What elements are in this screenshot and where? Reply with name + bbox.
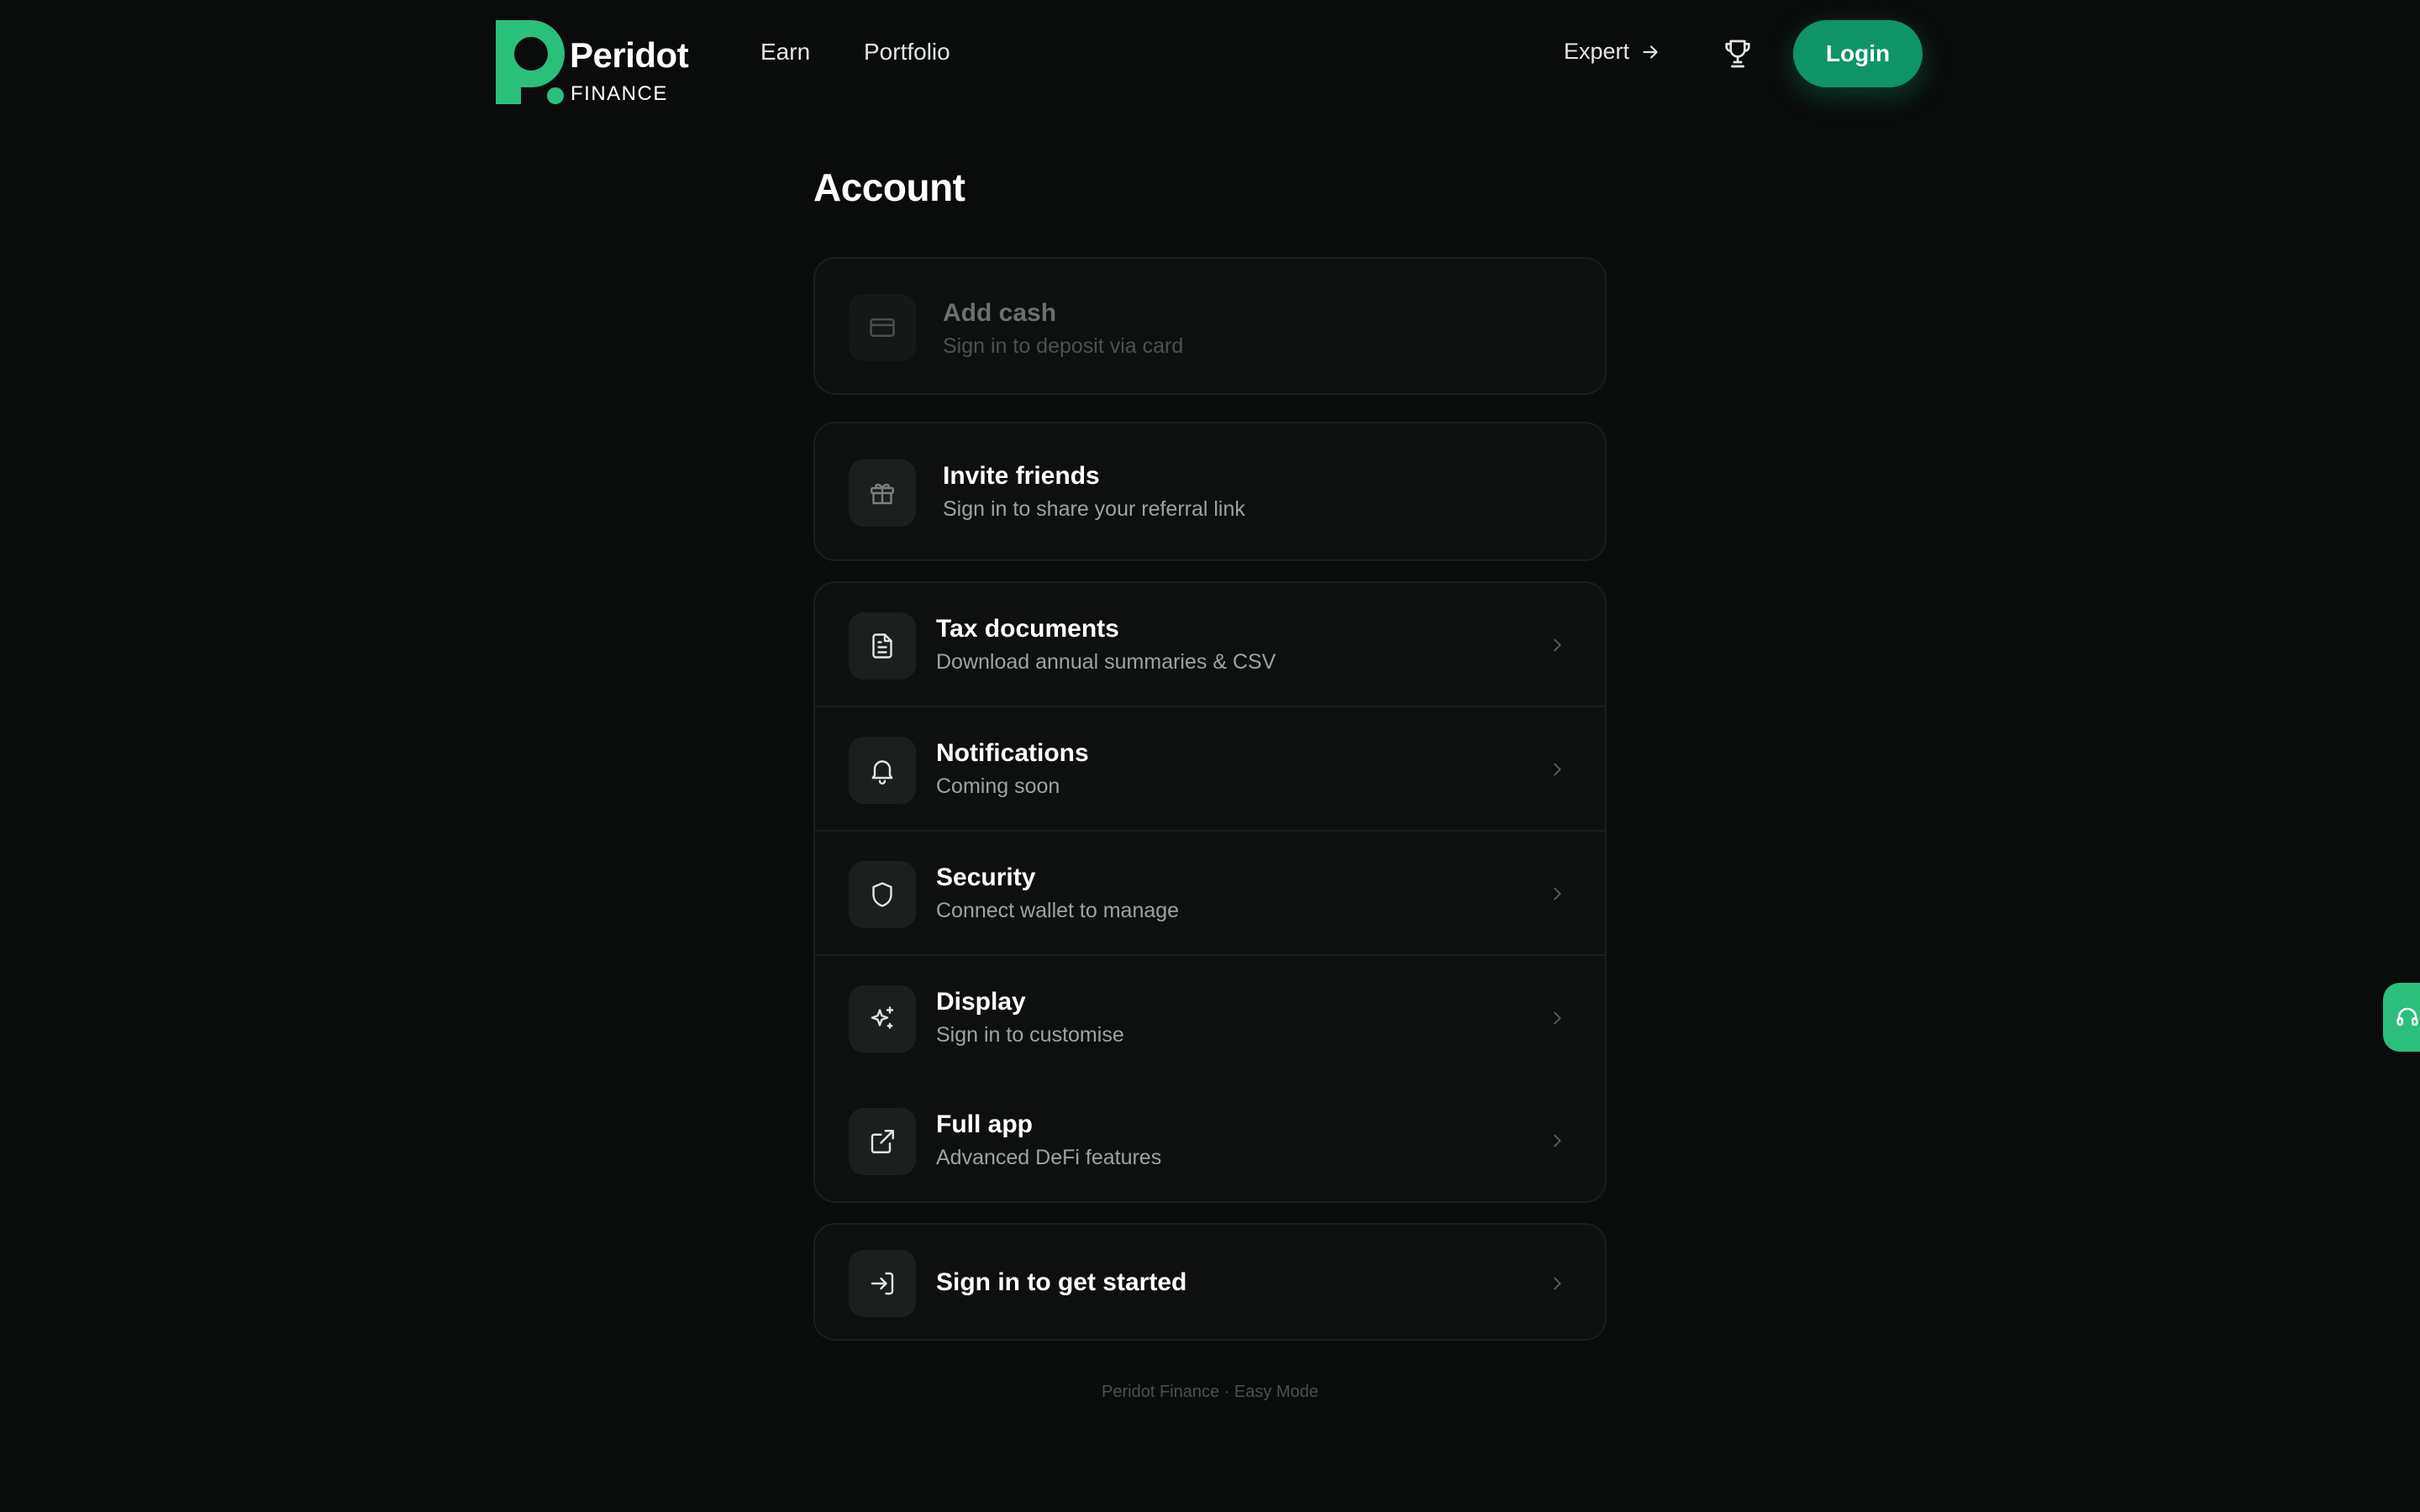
- chevron-right-icon: [1554, 887, 1561, 900]
- security-icon-box: [849, 861, 916, 928]
- display-icon-box: [849, 985, 916, 1053]
- settings-row-security[interactable]: Security Connect wallet to manage: [815, 832, 1605, 956]
- page-title: Account: [813, 165, 965, 209]
- bell-icon: [871, 760, 893, 785]
- nav-portfolio-link[interactable]: Portfolio: [864, 39, 950, 66]
- chevron-right-icon: [1554, 638, 1561, 652]
- add-cash-subtitle: Sign in to deposit via card: [943, 334, 1184, 358]
- settings-row-title: Full app: [936, 1110, 1033, 1138]
- settings-row-subtitle: Download annual summaries & CSV: [936, 650, 1276, 674]
- settings-row-title: Display: [936, 988, 1026, 1016]
- settings-row-tax-documents[interactable]: Tax documents Download annual summaries …: [815, 583, 1605, 707]
- sign-in-icon-box: [849, 1250, 916, 1317]
- headset-icon: [2396, 1007, 2418, 1026]
- top-navigation: Peridot FINANCE Earn Portfolio Expert Lo…: [0, 0, 2420, 108]
- invite-title: Invite friends: [943, 462, 1100, 490]
- invite-friends-card[interactable]: Invite friends Sign in to share your ref…: [813, 422, 1607, 561]
- footer-text: Peridot Finance · Easy Mode: [1102, 1383, 1318, 1401]
- shield-icon: [872, 882, 892, 907]
- arrow-right-icon: [1643, 45, 1658, 59]
- add-cash-icon-box: [849, 294, 916, 361]
- peridot-logo-mark-icon: [496, 20, 565, 104]
- credit-card-icon: [870, 318, 895, 337]
- expert-mode-link[interactable]: Expert: [1564, 39, 1661, 65]
- chevron-right-icon: [1554, 1011, 1561, 1025]
- sparkle-icon: [871, 1006, 894, 1029]
- support-tab[interactable]: [2383, 983, 2420, 1052]
- gift-icon: [871, 483, 894, 505]
- external-link-icon: [871, 1130, 894, 1153]
- nav-earn-link[interactable]: Earn: [760, 39, 810, 66]
- expert-label: Expert: [1564, 39, 1630, 64]
- settings-row-title: Notifications: [936, 739, 1089, 767]
- document-icon: [872, 633, 892, 659]
- settings-row-display[interactable]: Display Sign in to customise: [815, 956, 1605, 1080]
- settings-row-notifications[interactable]: Notifications Coming soon: [815, 707, 1605, 832]
- login-button[interactable]: Login: [1793, 20, 1923, 87]
- sign-in-title: Sign in to get started: [936, 1268, 1187, 1296]
- chevron-right-icon: [1554, 1134, 1561, 1147]
- chevron-right-icon: [1554, 763, 1561, 776]
- sign-in-icon: [871, 1272, 894, 1295]
- settings-row-subtitle: Connect wallet to manage: [936, 899, 1180, 922]
- settings-row-subtitle: Sign in to customise: [936, 1023, 1124, 1047]
- trophy-icon[interactable]: [1721, 37, 1754, 71]
- brand-subtitle: FINANCE: [571, 82, 668, 105]
- settings-row-subtitle: Coming soon: [936, 774, 1060, 798]
- settings-row-full-app[interactable]: Full app Advanced DeFi features: [815, 1079, 1605, 1201]
- settings-row-subtitle: Advanced DeFi features: [936, 1146, 1162, 1169]
- sign-in-card[interactable]: Sign in to get started: [813, 1223, 1607, 1341]
- add-cash-title: Add cash: [943, 299, 1057, 327]
- chevron-right-icon: [1554, 1277, 1561, 1290]
- settings-row-title: Tax documents: [936, 615, 1119, 643]
- tax-icon-box: [849, 612, 916, 680]
- settings-row-title: Security: [936, 864, 1036, 891]
- peridot-logo[interactable]: Peridot FINANCE: [496, 20, 689, 108]
- full-app-icon-box: [849, 1108, 916, 1175]
- add-cash-card[interactable]: Add cash Sign in to deposit via card: [813, 257, 1607, 395]
- invite-icon-box: [849, 459, 916, 527]
- settings-list: Tax documents Download annual summaries …: [813, 581, 1607, 1203]
- notifications-icon-box: [849, 737, 916, 804]
- brand-name: Peridot: [570, 35, 689, 75]
- invite-subtitle: Sign in to share your referral link: [943, 497, 1245, 521]
